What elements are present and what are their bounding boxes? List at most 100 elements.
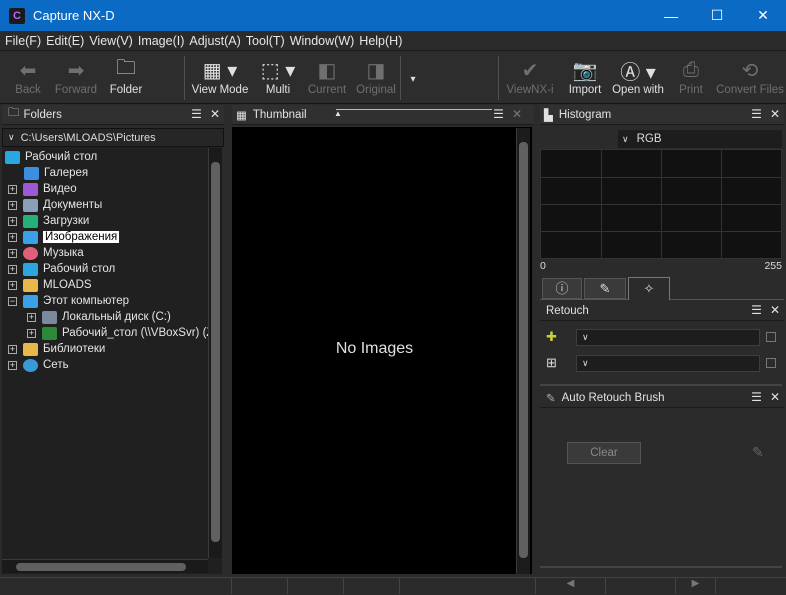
tab-adjust[interactable]: ✎: [584, 278, 626, 299]
menu-image[interactable]: Image(I): [138, 34, 185, 48]
panel-menu-icon[interactable]: ☰: [751, 390, 762, 404]
folder-tree: Рабочий стол Галерея + Видео + Документы…: [2, 147, 222, 574]
panel-menu-icon[interactable]: ☰: [493, 107, 504, 121]
panel-menu-icon[interactable]: ☰: [751, 107, 762, 121]
thumbnail-size-slider[interactable]: ▲: [334, 109, 492, 118]
status-section-6: [606, 578, 676, 594]
folders-vertical-scrollbar[interactable]: [208, 148, 222, 558]
prev-arrow-icon[interactable]: ◀: [536, 578, 606, 594]
current-button[interactable]: ◧ Current: [306, 56, 348, 102]
expand-icon[interactable]: +: [8, 216, 17, 226]
menu-tool[interactable]: Tool(T): [246, 34, 285, 48]
menu-adjust[interactable]: Adjust(A): [189, 34, 240, 48]
edit-icon: ✎: [599, 281, 611, 296]
compare-original-icon: ◨: [366, 59, 386, 82]
expand-icon[interactable]: +: [8, 248, 17, 258]
tree-item-pictures[interactable]: + Изображения: [8, 229, 120, 245]
retouch-checkbox-1[interactable]: [766, 332, 776, 342]
import-button[interactable]: 📷 Import: [566, 56, 604, 102]
scrollbar-thumb[interactable]: [519, 142, 528, 558]
slider-handle[interactable]: ▲: [334, 109, 342, 118]
tree-item-downloads[interactable]: + Загрузки: [8, 213, 89, 229]
tree-item-documents[interactable]: + Документы: [8, 197, 102, 213]
back-button[interactable]: ⬅ Back: [8, 56, 48, 102]
expand-icon[interactable]: +: [8, 264, 17, 274]
viewnx-icon: ✔: [521, 59, 539, 82]
tab-info[interactable]: ⓘ: [542, 278, 582, 299]
expand-icon[interactable]: +: [8, 280, 17, 290]
close-icon[interactable]: ✕: [210, 107, 220, 121]
expand-icon[interactable]: +: [8, 344, 17, 354]
panel-menu-icon[interactable]: ☰: [191, 107, 202, 121]
minimize-button[interactable]: —: [648, 0, 694, 31]
divider: [540, 566, 782, 568]
expand-icon[interactable]: +: [8, 360, 17, 370]
folder-path-bar[interactable]: ∨ C:\Users\MLOADS\Pictures: [2, 128, 224, 147]
window-title: Capture NX-D: [33, 8, 115, 23]
thumbnail-vertical-scrollbar[interactable]: [516, 128, 530, 574]
clear-button[interactable]: Clear: [567, 442, 641, 464]
tree-item-local-disk[interactable]: + Локальный диск (C:): [27, 309, 171, 325]
menu-help[interactable]: Help(H): [359, 34, 402, 48]
tree-item-gallery[interactable]: Галерея: [24, 165, 88, 181]
expand-icon[interactable]: +: [8, 184, 17, 194]
tree-item-network-drive[interactable]: + Рабочий_стол (\\VBoxSvr) (Z: [27, 325, 213, 341]
histogram-chart: [540, 149, 782, 259]
retouch-checkbox-2[interactable]: [766, 358, 776, 368]
view-mode-button[interactable]: ▦ ▾ View Mode: [190, 56, 250, 102]
expand-icon[interactable]: +: [27, 312, 36, 322]
close-icon[interactable]: ✕: [770, 303, 780, 317]
expand-icon[interactable]: +: [8, 200, 17, 210]
camera-import-icon: 📷: [572, 59, 598, 82]
menu-file[interactable]: File(F): [5, 34, 41, 48]
toolbar-overflow-button[interactable]: ▾: [406, 56, 420, 102]
tree-item-mloads[interactable]: + MLOADS: [8, 277, 92, 293]
menu-edit[interactable]: Edit(E): [46, 34, 84, 48]
app-icon-open: Ⓐ ▾: [620, 61, 656, 84]
maximize-button[interactable]: ☐: [694, 0, 740, 31]
bandage-icon: ✚: [546, 329, 557, 344]
folder-button[interactable]: 🗀 Folder: [106, 56, 146, 102]
tree-item-network[interactable]: + Сеть: [8, 357, 69, 373]
scrollbar-thumb[interactable]: [16, 563, 186, 571]
tree-item-libraries[interactable]: + Библиотеки: [8, 341, 105, 357]
close-icon[interactable]: ✕: [770, 390, 780, 404]
collapse-icon[interactable]: −: [8, 296, 17, 306]
retouch-select-2[interactable]: ∨: [576, 355, 760, 372]
thumbnail-area[interactable]: No Images: [232, 127, 532, 574]
menu-window[interactable]: Window(W): [290, 34, 355, 48]
tree-item-desktop[interactable]: + Рабочий стол: [8, 261, 115, 277]
expand-icon[interactable]: +: [8, 232, 17, 242]
multi-button[interactable]: ⬚ ▾ Multi: [256, 56, 300, 102]
tree-item-video[interactable]: + Видео: [8, 181, 77, 197]
convert-icon: ⟲: [741, 59, 759, 82]
next-arrow-icon[interactable]: ▶: [676, 578, 716, 594]
expand-icon[interactable]: +: [27, 328, 36, 338]
convert-files-button[interactable]: ⟲ Convert Files: [716, 56, 784, 102]
close-icon[interactable]: ✕: [770, 107, 780, 121]
thumbnail-title: Thumbnail: [252, 108, 307, 121]
viewnx-button[interactable]: ✔ ViewNX-i: [504, 56, 556, 102]
menu-view[interactable]: View(V): [89, 34, 133, 48]
tab-retouch[interactable]: ✧: [628, 277, 670, 300]
chevron-down-icon[interactable]: ∨: [8, 132, 15, 143]
histogram-channel-select[interactable]: ∨ RGB: [618, 130, 782, 148]
tree-item-this-pc[interactable]: − Этот компьютер: [8, 293, 129, 309]
auto-retouch-title: Auto Retouch Brush: [561, 391, 665, 404]
tree-item-music[interactable]: + Музыка: [8, 245, 84, 261]
open-with-button[interactable]: Ⓐ ▾ Open with: [610, 56, 666, 102]
computer-icon: [23, 294, 38, 308]
original-button[interactable]: ◨ Original: [354, 56, 398, 102]
close-icon[interactable]: ✕: [512, 107, 522, 121]
brush-icon[interactable]: ✎: [752, 444, 764, 461]
panel-menu-icon[interactable]: ☰: [751, 303, 762, 317]
retouch-select-1[interactable]: ∨: [576, 329, 760, 346]
print-button[interactable]: ⎙ Print: [674, 56, 708, 102]
close-button[interactable]: ✕: [740, 0, 786, 31]
info-icon: ⓘ: [555, 281, 569, 296]
forward-button[interactable]: ➡ Forward: [54, 56, 98, 102]
folders-horizontal-scrollbar[interactable]: [2, 559, 208, 573]
tree-item-desktop-root[interactable]: Рабочий стол: [5, 149, 97, 165]
tree-structure-icon: ⊞: [546, 355, 557, 370]
scrollbar-thumb[interactable]: [211, 162, 220, 542]
